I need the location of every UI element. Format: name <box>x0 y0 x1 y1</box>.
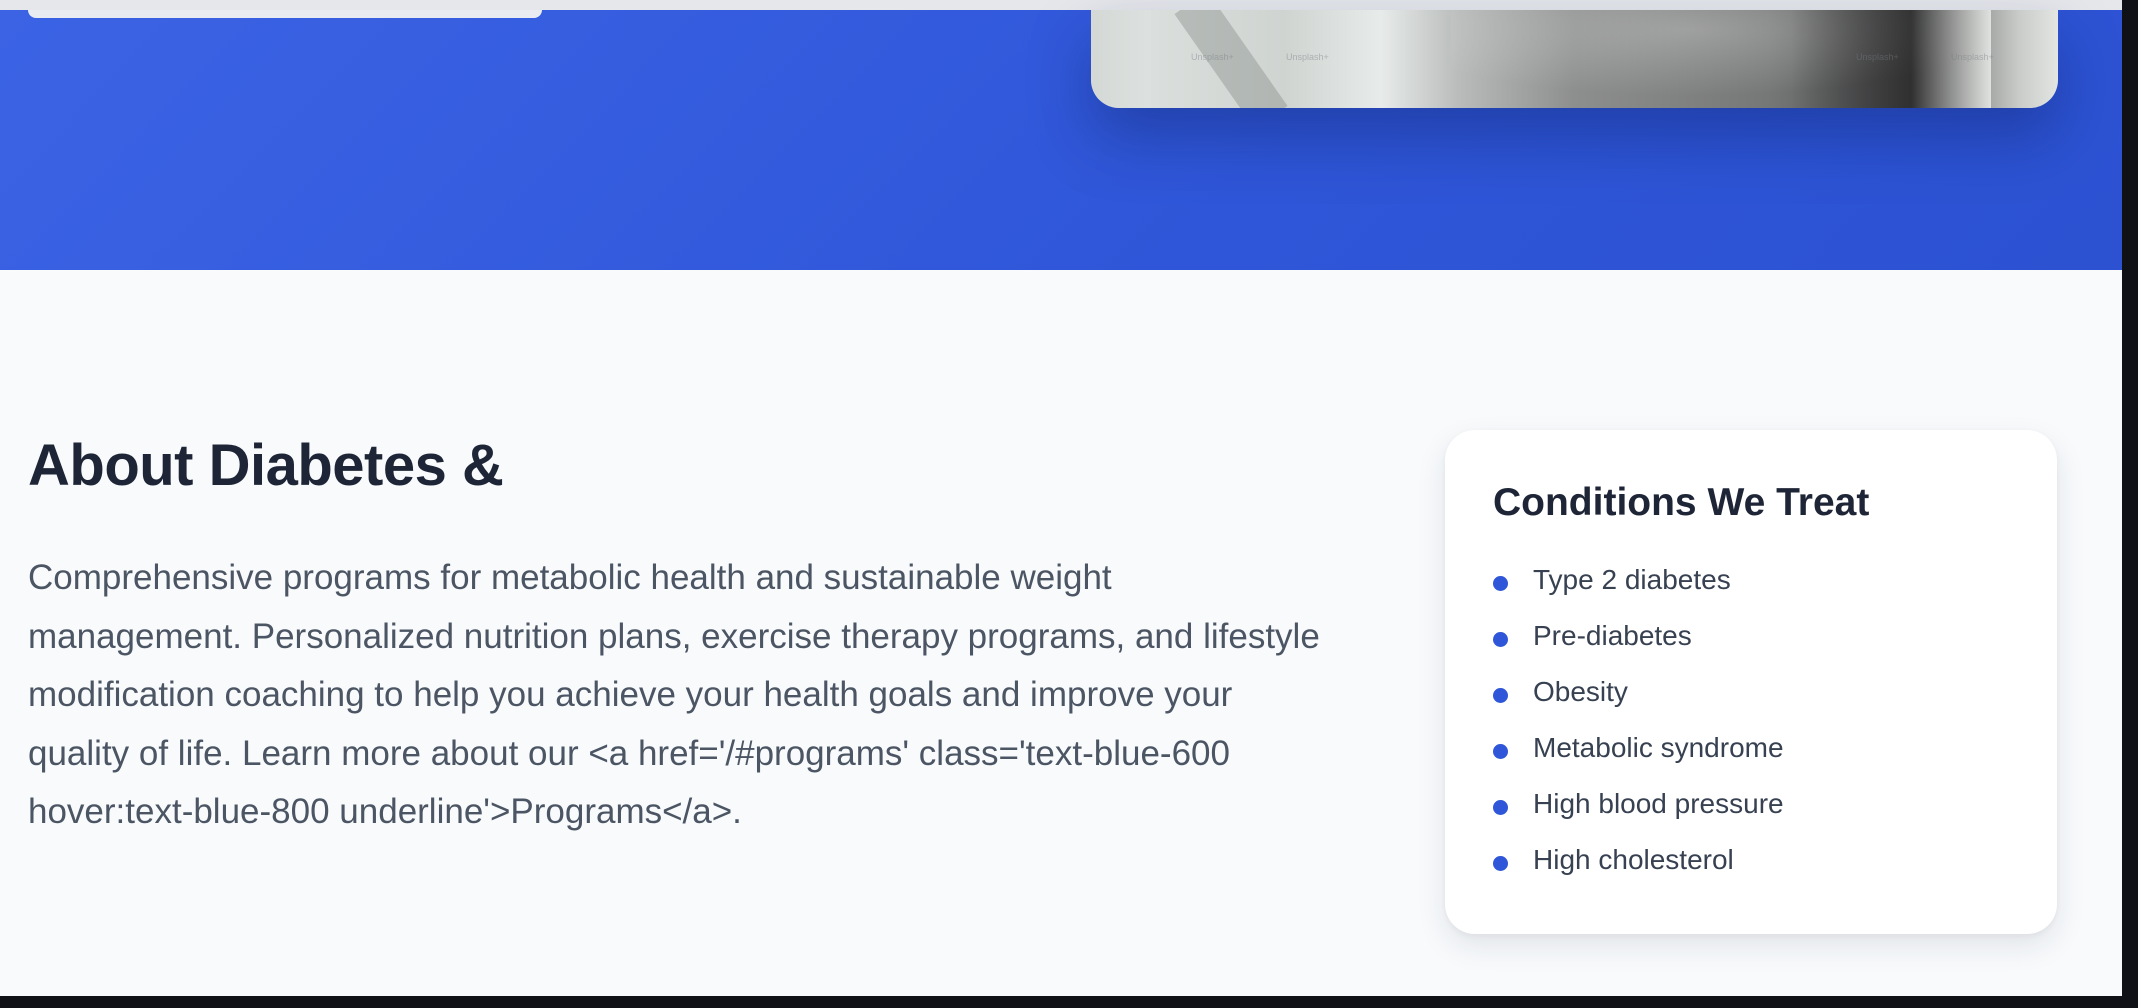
condition-label: Pre-diabetes <box>1533 620 1692 651</box>
bullet-dot-icon <box>1493 743 1508 759</box>
hero-section: Unsplash+ Unsplash+ Unsplash+ Unsplash+ <box>0 10 2122 270</box>
conditions-card: Conditions We Treat Type 2 diabetes Pre-… <box>1445 430 2057 934</box>
bullet-dot-icon <box>1493 687 1508 703</box>
image-watermark: Unsplash+ <box>1286 52 1329 62</box>
condition-label: Obesity <box>1533 676 1628 707</box>
condition-label: Type 2 diabetes <box>1533 564 1731 595</box>
condition-item: High cholesterol <box>1493 832 1784 888</box>
image-watermark: Unsplash+ <box>1191 52 1234 62</box>
hero-card <box>28 10 542 18</box>
window-right-edge <box>2122 0 2138 1008</box>
condition-label: Metabolic syndrome <box>1533 732 1784 763</box>
condition-item: Type 2 diabetes <box>1493 552 1784 608</box>
bullet-dot-icon <box>1493 799 1508 815</box>
hero-image: Unsplash+ Unsplash+ Unsplash+ Unsplash+ <box>1091 10 2058 108</box>
image-watermark: Unsplash+ <box>1951 52 1994 62</box>
hero-image-light <box>1091 10 1151 108</box>
about-title: About Diabetes & <box>28 433 504 498</box>
bullet-dot-icon <box>1493 855 1508 871</box>
condition-label: High blood pressure <box>1533 788 1784 819</box>
conditions-list: Type 2 diabetes Pre-diabetes Obesity Met… <box>1493 552 1784 888</box>
bullet-dot-icon <box>1493 575 1508 591</box>
conditions-title: Conditions We Treat <box>1493 481 1870 524</box>
condition-label: High cholesterol <box>1533 844 1734 875</box>
condition-item: Obesity <box>1493 664 1784 720</box>
bullet-dot-icon <box>1493 631 1508 647</box>
condition-item: High blood pressure <box>1493 776 1784 832</box>
header-edge <box>0 0 2122 10</box>
condition-item: Metabolic syndrome <box>1493 720 1784 776</box>
about-description: Comprehensive programs for metabolic hea… <box>28 558 1320 831</box>
condition-item: Pre-diabetes <box>1493 608 1784 664</box>
image-watermark: Unsplash+ <box>1856 52 1899 62</box>
window-bottom-edge <box>0 996 2138 1008</box>
page-viewport: Unsplash+ Unsplash+ Unsplash+ Unsplash+ … <box>0 0 2122 996</box>
